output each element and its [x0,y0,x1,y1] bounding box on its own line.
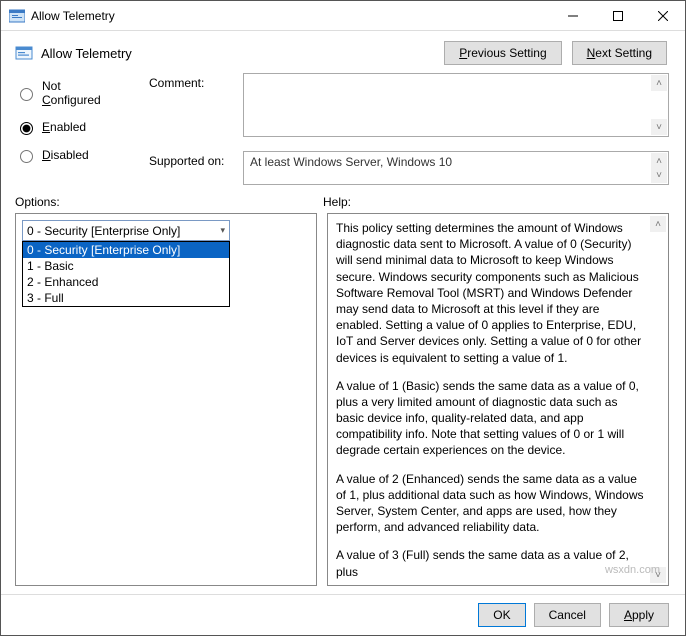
scroll-up-icon[interactable]: ˄ [651,75,667,91]
apply-button[interactable]: Apply [609,603,669,627]
policy-icon [15,44,33,62]
dropdown-option-3[interactable]: 3 - Full [23,290,229,306]
scroll-down-icon[interactable]: ˅ [651,167,667,183]
window-icon [9,8,25,24]
window-title: Allow Telemetry [31,9,550,23]
comment-label: Comment: [149,73,239,143]
maximize-button[interactable] [595,1,640,30]
options-panel: 0 - Security [Enterprise Only] ▾ 0 - Sec… [15,213,317,586]
dropdown-option-2[interactable]: 2 - Enhanced [23,274,229,290]
help-panel: This policy setting determines the amoun… [327,213,669,586]
scroll-down-icon[interactable]: ˅ [650,567,666,583]
supported-on-box: At least Windows Server, Windows 10 ˄ ˅ [243,151,669,185]
help-heading: Help: [323,195,351,209]
minimize-button[interactable] [550,1,595,30]
chevron-down-icon: ▾ [220,225,225,236]
telemetry-dropdown[interactable]: 0 - Security [Enterprise Only] ▾ [22,220,230,241]
options-heading: Options: [15,195,323,209]
scroll-up-icon[interactable]: ˄ [650,216,666,232]
header-row: Allow Telemetry Previous Setting Next Se… [1,31,685,73]
cancel-button[interactable]: Cancel [534,603,601,627]
telemetry-dropdown-value: 0 - Security [Enterprise Only] [27,224,180,238]
telemetry-dropdown-list[interactable]: 0 - Security [Enterprise Only] 1 - Basic… [22,241,230,307]
next-setting-button[interactable]: Next Setting [572,41,667,65]
dialog-footer: OK Cancel Apply [1,594,685,635]
comment-textarea[interactable]: ˄ ˅ [243,73,669,137]
supported-label: Supported on: [149,151,239,185]
supported-on-value: At least Windows Server, Windows 10 [250,155,452,169]
ok-button[interactable]: OK [478,603,525,627]
scroll-down-icon[interactable]: ˅ [651,119,667,135]
help-text: This policy setting determines the amoun… [334,220,662,579]
close-button[interactable] [640,1,685,30]
policy-title: Allow Telemetry [41,46,444,61]
window-titlebar: Allow Telemetry [1,1,685,31]
previous-setting-button[interactable]: Previous Setting [444,41,561,65]
dropdown-option-1[interactable]: 1 - Basic [23,258,229,274]
dropdown-option-0[interactable]: 0 - Security [Enterprise Only] [23,242,229,258]
